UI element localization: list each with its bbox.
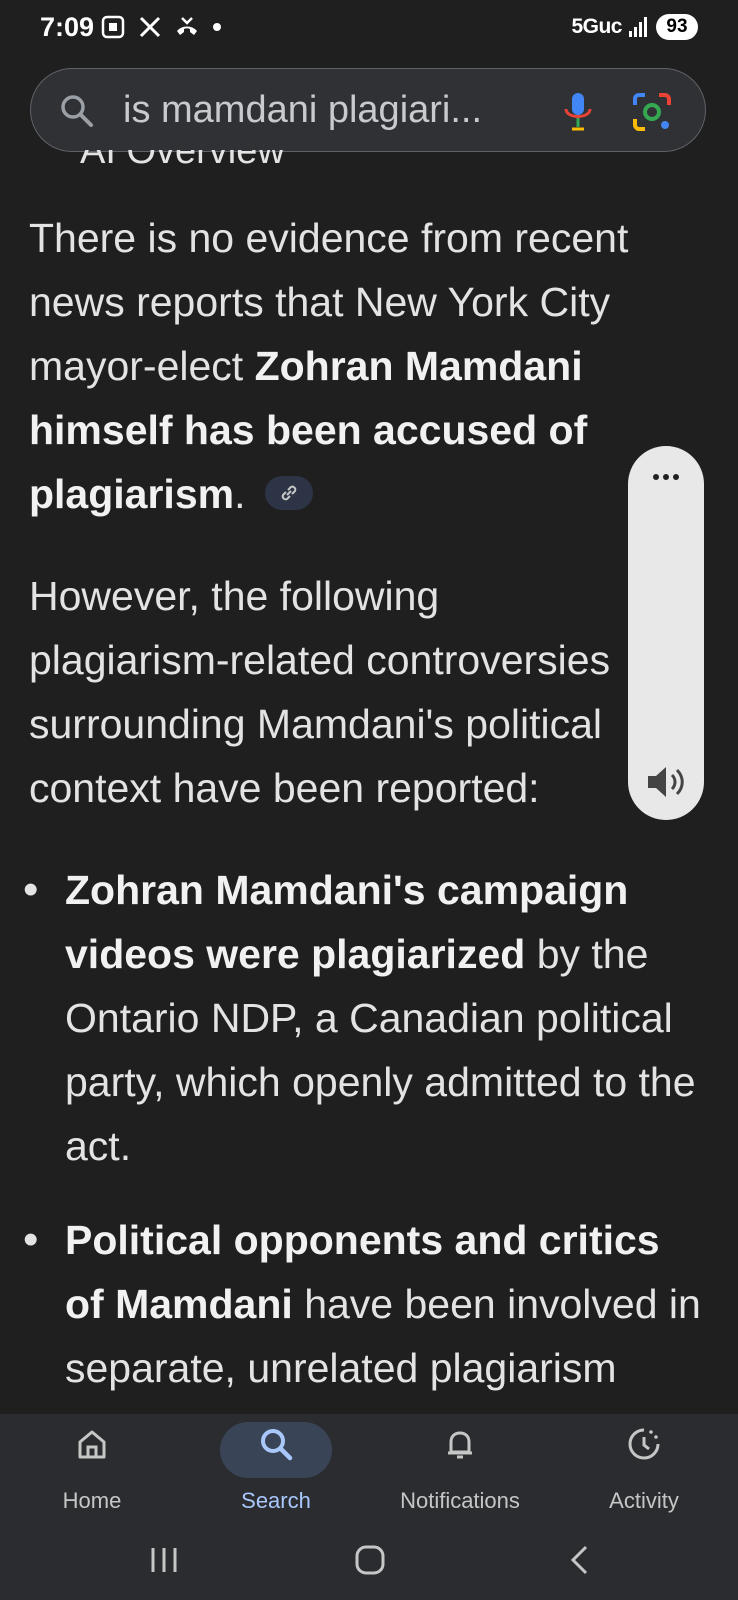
nav-search-label: Search (241, 1488, 311, 1513)
activity-icon (628, 1428, 660, 1460)
overview-paragraph-1: There is no evidence from recent news re… (29, 215, 629, 517)
nav-home[interactable]: Home (0, 1414, 184, 1532)
overview-bullet-list: Zohran Mamdani's campaign videos were pl… (23, 858, 709, 1400)
bell-icon (448, 1431, 472, 1459)
network-label: 5Guc (571, 15, 622, 38)
status-bar: 7:09 5Guc 93 (0, 0, 738, 60)
nav-home-label: Home (62, 1488, 122, 1513)
search-icon (261, 1429, 293, 1461)
search-icon (61, 95, 93, 127)
home-button-icon[interactable] (354, 1544, 386, 1576)
ai-overview-header-partial: AI Overview (30, 150, 706, 174)
status-notification-icons (100, 14, 222, 40)
nav-search[interactable]: Search (184, 1414, 368, 1532)
x-app-icon (139, 16, 161, 38)
speaker-icon[interactable] (644, 762, 688, 802)
recents-icon[interactable] (148, 1544, 180, 1576)
nav-notifications-label: Notifications (400, 1488, 520, 1513)
link-icon (281, 485, 297, 501)
nav-activity[interactable]: Activity (552, 1414, 736, 1532)
system-navigation-bar (0, 1532, 738, 1600)
status-time: 7:09 (40, 12, 95, 42)
home-icon (78, 1430, 106, 1459)
search-input[interactable] (123, 89, 543, 131)
source-link-chip[interactable] (264, 476, 313, 511)
lens-icon[interactable] (629, 89, 675, 135)
bottom-navigation: Home Search Notifications Activity (0, 1414, 738, 1532)
nav-notifications[interactable]: Notifications (368, 1414, 552, 1532)
screenshot-icon (101, 15, 125, 39)
status-right: 5Guc 93 (571, 14, 698, 40)
missed-call-icon (177, 17, 197, 35)
search-bar[interactable] (30, 68, 706, 152)
overview-paragraph-2: However, the following plagiarism-relate… (29, 573, 611, 811)
list-item: Zohran Mamdani's campaign videos were pl… (23, 858, 709, 1178)
mic-icon[interactable] (555, 89, 601, 135)
ai-overview-content: There is no evidence from recent news re… (23, 206, 709, 1430)
signal-icon (629, 17, 647, 37)
list-item: Political opponents and critics of Mamda… (23, 1208, 709, 1400)
more-icon[interactable] (652, 472, 680, 482)
ai-overview-title: AI Overview (80, 150, 285, 172)
nav-activity-label: Activity (609, 1488, 679, 1513)
dot-icon (213, 23, 221, 31)
battery-indicator: 93 (656, 14, 698, 40)
back-icon[interactable] (564, 1544, 596, 1576)
floating-side-panel[interactable] (628, 446, 704, 820)
